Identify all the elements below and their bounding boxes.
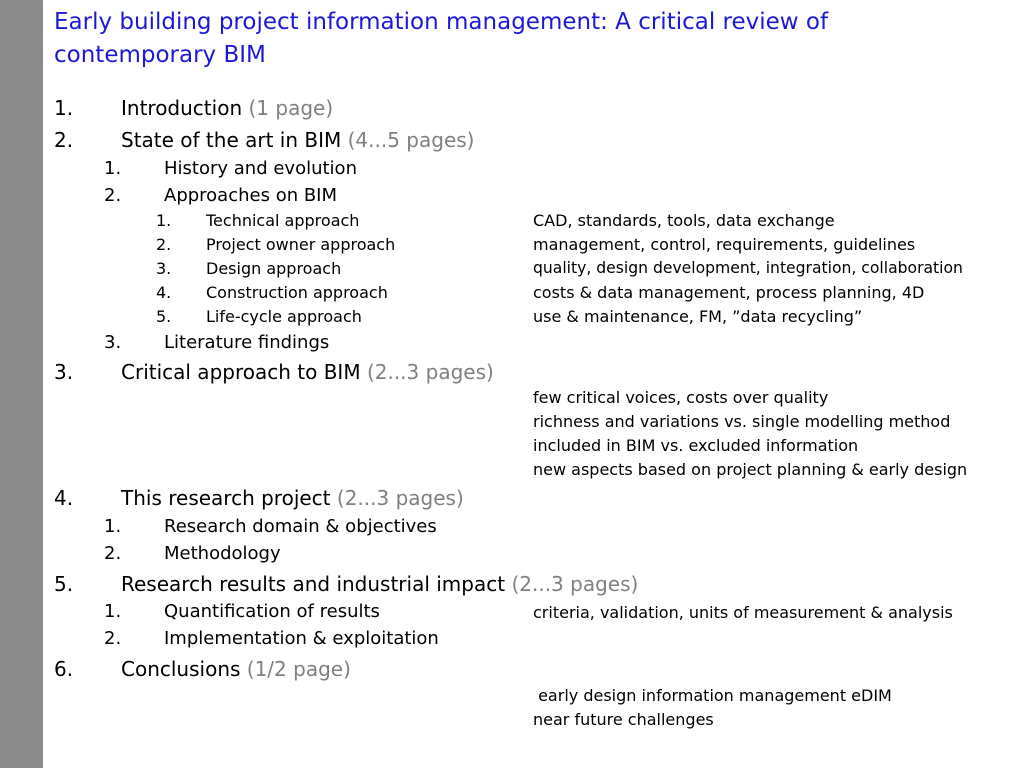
outline-item-2-2-5-label: Life-cycle approach — [206, 307, 362, 326]
page-estimate: (2...3 pages) — [511, 572, 639, 596]
item-label: Introduction — [121, 96, 243, 120]
outline-item-2-2-4-label: Construction approach — [206, 283, 388, 302]
item-label: Conclusions — [121, 657, 241, 681]
outline-item-2-2-2-label: Project owner approach — [206, 235, 396, 254]
outline-item-4-text: This research project (2...3 pages) — [121, 486, 464, 510]
outline-item-5-2-number: 2. — [104, 628, 122, 649]
outline-item-2-2-3-note: quality, design development, integration… — [533, 259, 963, 277]
item-label: Research results and industrial impact — [121, 572, 506, 596]
slide-title: Early building project information manag… — [54, 9, 829, 68]
page-estimate: (4...5 pages) — [347, 128, 475, 152]
outline-item-5-number: 5. — [54, 572, 74, 596]
outline-item-2-2-1-label: Technical approach — [206, 211, 360, 230]
item-label: State of the art in BIM — [121, 128, 342, 152]
outline-item-3-text: Critical approach to BIM (2...3 pages) — [121, 360, 494, 384]
section-3-note-3: included in BIM vs. excluded information — [533, 436, 859, 455]
outline-item-5-1-label: Quantification of results — [164, 601, 380, 622]
outline-item-2-2-1-note: CAD, standards, tools, data exchange — [533, 211, 835, 230]
outline-item-6-text: Conclusions (1/2 page) — [121, 657, 351, 681]
outline-item-2-2-5-number: 5. — [156, 307, 172, 326]
outline-item-2-2-number: 2. — [104, 185, 122, 206]
page-estimate: (1 page) — [248, 96, 334, 120]
section-3-note-4: new aspects based on project planning & … — [533, 460, 968, 479]
outline-item-4-2-label: Methodology — [164, 543, 281, 564]
outline-item-1: 1. — [54, 96, 73, 120]
outline-item-2-text: State of the art in BIM (4...5 pages) — [121, 128, 474, 152]
section-3-note-1: few critical voices, costs over quality — [533, 388, 829, 407]
item-label: Critical approach to BIM — [121, 360, 361, 384]
page-estimate: (2...3 pages) — [336, 486, 464, 510]
outline-item-5-text: Research results and industrial impact (… — [121, 572, 638, 596]
item-number: 1. — [54, 96, 74, 120]
outline-item-5-1-note: criteria, validation, units of measureme… — [533, 603, 953, 622]
outline-item-2-2-1-number: 1. — [156, 211, 172, 230]
outline-item-4-number: 4. — [54, 486, 74, 510]
outline-item-2-3-label: Literature findings — [164, 332, 330, 353]
outline-item-2: 2. — [54, 128, 73, 152]
outline-item-4-1-label: Research domain & objectives — [164, 516, 437, 537]
outline-item-2-1-label: History and evolution — [164, 158, 357, 179]
item-number: 2. — [54, 128, 74, 152]
outline-item-5-1-number: 1. — [104, 601, 122, 622]
page-estimate: (1/2 page) — [246, 657, 351, 681]
outline-item-2-2-3-number: 3. — [156, 259, 172, 278]
outline-item-2-2-label: Approaches on BIM — [164, 185, 338, 206]
outline-item-3-number: 3. — [54, 360, 74, 384]
page-estimate: (2...3 pages) — [366, 360, 494, 384]
outline-item-2-2-4-number: 4. — [156, 283, 172, 302]
outline-item-2-3-number: 3. — [104, 332, 122, 353]
item-label: This research project — [121, 486, 331, 510]
outline-item-2-2-3-label: Design approach — [206, 259, 342, 278]
section-6-note-2: near future challenges — [533, 710, 714, 729]
outline-item-1-text: Introduction (1 page) — [121, 96, 333, 120]
outline-item-4-2-number: 2. — [104, 543, 122, 564]
outline-item-2-2-2-note: management, control, requirements, guide… — [533, 235, 916, 254]
section-3-note-2: richness and variations vs. single model… — [533, 412, 951, 431]
slide-side-bar — [0, 0, 43, 768]
outline-item-5-2-label: Implementation & exploitation — [164, 628, 439, 649]
section-6-note-1: early design information management eDIM — [533, 686, 892, 705]
outline-item-2-2-5-note: use & maintenance, FM, ”data recycling” — [533, 307, 863, 326]
outline-item-4-1-number: 1. — [104, 516, 122, 537]
outline-item-6-number: 6. — [54, 657, 74, 681]
outline-item-2-1-number: 1. — [104, 158, 122, 179]
outline-item-2-2-4-note: costs & data management, process plannin… — [533, 283, 925, 302]
outline-item-2-2-2-number: 2. — [156, 235, 172, 254]
